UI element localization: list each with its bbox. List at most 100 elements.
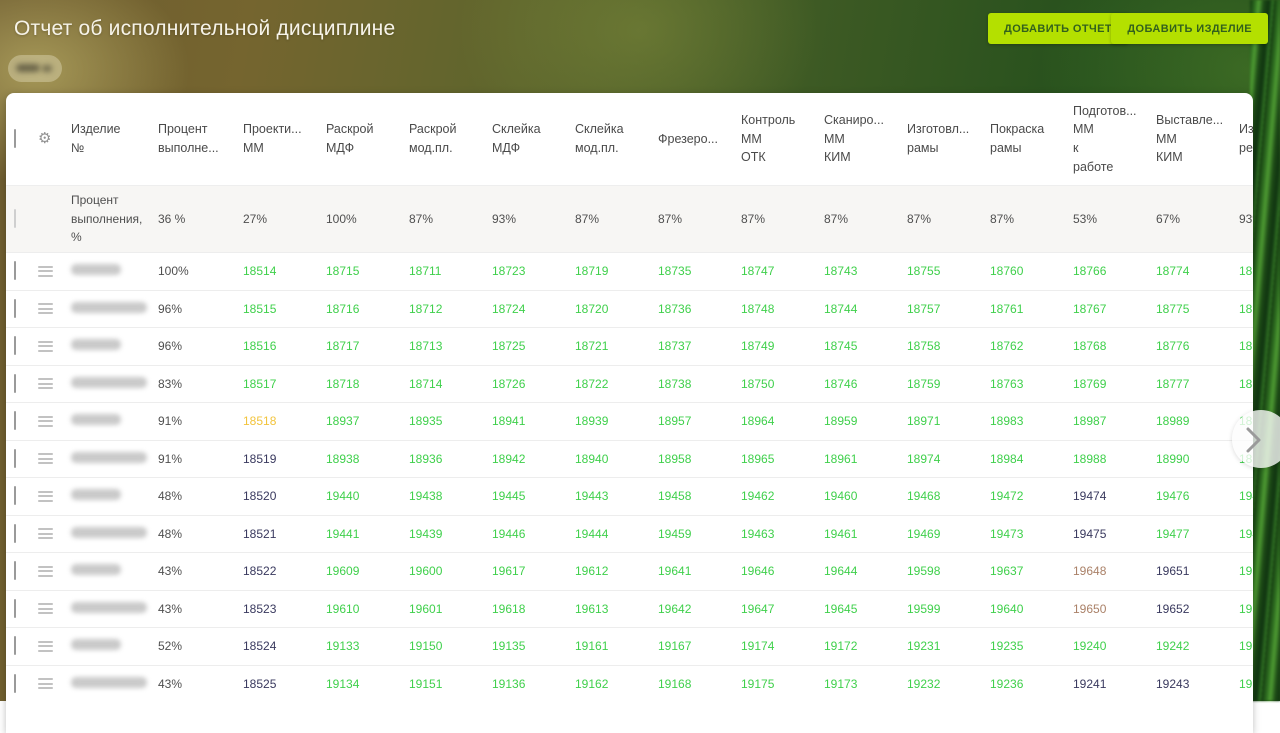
op-number[interactable]: 18743: [824, 264, 907, 278]
op-number[interactable]: 18940: [575, 452, 658, 466]
row-checkbox[interactable]: [14, 337, 38, 355]
row-menu-icon[interactable]: [38, 263, 71, 279]
op-number[interactable]: 18766: [1073, 264, 1156, 278]
op-number[interactable]: 18942: [492, 452, 575, 466]
op-number[interactable]: 19458: [658, 489, 741, 503]
select-all-checkbox[interactable]: [14, 130, 38, 148]
op-number[interactable]: 18760: [990, 264, 1073, 278]
op-number[interactable]: 18514: [243, 264, 326, 278]
row-checkbox[interactable]: [14, 300, 38, 318]
op-number[interactable]: 19443: [575, 489, 658, 503]
row-menu-icon[interactable]: [38, 676, 71, 692]
op-number[interactable]: 19167: [658, 639, 741, 653]
op-number[interactable]: 18990: [1156, 452, 1239, 466]
op-number[interactable]: 19640: [990, 602, 1073, 616]
op-number[interactable]: 19468: [907, 489, 990, 503]
op-number[interactable]: 19648: [1073, 564, 1156, 578]
op-number[interactable]: 18971: [907, 414, 990, 428]
op-number[interactable]: 18755: [907, 264, 990, 278]
row-menu-icon[interactable]: [38, 376, 71, 392]
op-number[interactable]: 18723: [492, 264, 575, 278]
op-number[interactable]: 18725: [492, 339, 575, 353]
table-row[interactable]: 96% 185161871718713187251872118737187491…: [6, 327, 1253, 365]
op-number[interactable]: 19618: [492, 602, 575, 616]
op-number[interactable]: 19652: [1156, 602, 1239, 616]
op-number[interactable]: 19242: [1156, 639, 1239, 653]
op-number[interactable]: 19168: [658, 677, 741, 691]
op-number[interactable]: 18712: [409, 302, 492, 316]
op-number[interactable]: 18515: [243, 302, 326, 316]
op-number[interactable]: 19150: [409, 639, 492, 653]
op-number[interactable]: 18768: [1073, 339, 1156, 353]
op-number[interactable]: 19465: [1239, 527, 1253, 541]
op-number[interactable]: 19232: [907, 677, 990, 691]
op-number[interactable]: 18746: [824, 377, 907, 391]
op-number[interactable]: 19243: [1156, 677, 1239, 691]
op-number[interactable]: 18964: [741, 414, 824, 428]
op-number[interactable]: 19474: [1073, 489, 1156, 503]
op-number[interactable]: 19600: [409, 564, 492, 578]
op-number[interactable]: 18748: [741, 302, 824, 316]
op-number[interactable]: 18937: [326, 414, 409, 428]
op-number[interactable]: 18965: [741, 452, 824, 466]
op-number[interactable]: 19596: [1239, 602, 1253, 616]
op-number[interactable]: 18711: [409, 264, 492, 278]
op-number[interactable]: 19473: [990, 527, 1073, 541]
op-number[interactable]: 18524: [243, 639, 326, 653]
op-number[interactable]: 18959: [824, 414, 907, 428]
op-number[interactable]: 18961: [824, 452, 907, 466]
op-number[interactable]: 18516: [243, 339, 326, 353]
op-number[interactable]: 18761: [990, 302, 1073, 316]
op-number[interactable]: 19161: [575, 639, 658, 653]
op-number[interactable]: 18758: [907, 339, 990, 353]
masked-chip[interactable]: [8, 55, 62, 82]
op-number[interactable]: 18776: [1156, 339, 1239, 353]
op-number[interactable]: 19464: [1239, 489, 1253, 503]
op-number[interactable]: 18757: [907, 302, 990, 316]
op-number[interactable]: 18522: [243, 564, 326, 578]
op-number[interactable]: 18988: [1073, 452, 1156, 466]
op-number[interactable]: 19641: [658, 564, 741, 578]
op-number[interactable]: 19177: [1239, 639, 1253, 653]
row-checkbox[interactable]: [14, 412, 38, 430]
op-number[interactable]: 18745: [824, 339, 907, 353]
op-number[interactable]: 19476: [1156, 489, 1239, 503]
op-number[interactable]: 19240: [1073, 639, 1156, 653]
op-number[interactable]: 18958: [658, 452, 741, 466]
op-number[interactable]: 19595: [1239, 564, 1253, 578]
op-number[interactable]: 19598: [907, 564, 990, 578]
op-number[interactable]: 19637: [990, 564, 1073, 578]
op-number[interactable]: 18936: [409, 452, 492, 466]
op-number[interactable]: 19463: [741, 527, 824, 541]
op-number[interactable]: 18984: [990, 452, 1073, 466]
table-row[interactable]: 91% 185181893718935189411893918957189641…: [6, 402, 1253, 440]
row-checkbox[interactable]: [14, 262, 38, 280]
op-number[interactable]: 19460: [824, 489, 907, 503]
op-number[interactable]: 18762: [990, 339, 1073, 353]
op-number[interactable]: 19136: [492, 677, 575, 691]
row-menu-icon[interactable]: [38, 451, 71, 467]
op-number[interactable]: 19461: [824, 527, 907, 541]
op-number[interactable]: 19444: [575, 527, 658, 541]
op-number[interactable]: 19446: [492, 527, 575, 541]
op-number[interactable]: 19162: [575, 677, 658, 691]
row-menu-icon[interactable]: [38, 563, 71, 579]
op-number[interactable]: 19151: [409, 677, 492, 691]
op-number[interactable]: 18777: [1156, 377, 1239, 391]
op-number[interactable]: 19642: [658, 602, 741, 616]
table-row[interactable]: 91% 185191893818936189421894018958189651…: [6, 440, 1253, 478]
table-row[interactable]: 48% 185201944019438194451944319458194621…: [6, 477, 1253, 515]
op-number[interactable]: 19172: [824, 639, 907, 653]
op-number[interactable]: 18726: [492, 377, 575, 391]
row-checkbox[interactable]: [14, 450, 38, 468]
op-number[interactable]: 18525: [243, 677, 326, 691]
op-number[interactable]: 19438: [409, 489, 492, 503]
op-number[interactable]: 19462: [741, 489, 824, 503]
op-number[interactable]: 18713: [409, 339, 492, 353]
row-menu-icon[interactable]: [38, 488, 71, 504]
op-number[interactable]: 18939: [575, 414, 658, 428]
op-number[interactable]: 18774: [1156, 264, 1239, 278]
op-number[interactable]: 18941: [492, 414, 575, 428]
op-number[interactable]: 18769: [1073, 377, 1156, 391]
op-number[interactable]: 18750: [741, 377, 824, 391]
